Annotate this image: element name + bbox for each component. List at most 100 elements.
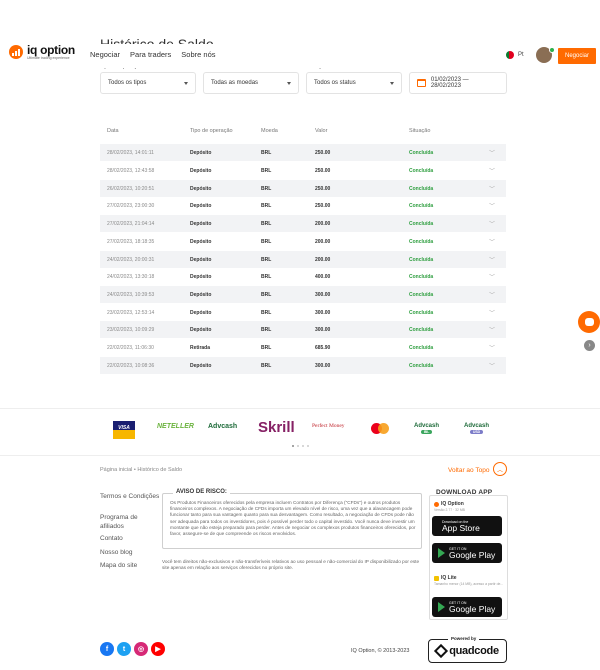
breadcrumb[interactable]: Página inicial • Histórico de Saldo xyxy=(100,467,182,473)
risk-warning-text: Os Produtos Financeiros oferecidos pela … xyxy=(170,500,416,537)
table-row[interactable]: 27/02/2023, 23:00:30 Depósito BRL 250.00 Con… xyxy=(100,197,506,214)
facebook-icon[interactable]: f xyxy=(100,642,114,656)
language-selector[interactable]: Pt xyxy=(506,51,524,59)
chevron-down-icon[interactable]: ﹀ xyxy=(489,148,495,157)
filter-type-select[interactable]: Todos os tipos xyxy=(100,72,196,94)
chevron-down-icon[interactable]: ﹀ xyxy=(489,325,495,334)
chevron-down-icon[interactable]: ﹀ xyxy=(489,166,495,175)
row-currency: BRL xyxy=(261,345,272,351)
advcash-usd-text: Advcash xyxy=(464,423,490,429)
chevron-down-icon[interactable]: ﹀ xyxy=(489,308,495,317)
row-currency: BRL xyxy=(261,257,272,263)
iq-option-app-icon xyxy=(434,501,439,507)
app-store-button[interactable]: Download on the App Store xyxy=(432,516,502,536)
row-date: 23/02/2023, 10:09:29 xyxy=(107,327,155,333)
footer-link-terms[interactable]: Termos e Condições xyxy=(100,492,160,501)
row-type: Depósito xyxy=(190,186,212,192)
chevron-right-icon[interactable]: › xyxy=(584,340,595,351)
table-row[interactable]: 27/02/2023, 21:04:14 Depósito BRL 200.00 Con… xyxy=(100,215,506,232)
row-status: Concluída xyxy=(409,274,434,280)
row-type: Depósito xyxy=(190,239,212,245)
logo-tagline: Ultimate trading experience xyxy=(27,56,70,60)
row-type: Depósito xyxy=(190,168,212,174)
chevron-up-icon[interactable]: ︿ xyxy=(493,462,507,476)
chevron-down-icon[interactable]: ﹀ xyxy=(489,237,495,246)
table-row[interactable]: 23/02/2023, 12:53:14 Depósito BRL 300.00 Con… xyxy=(100,304,506,321)
perfect-money-logo: Perfect Money xyxy=(312,423,345,429)
table-row[interactable]: 22/02/2023, 10:08:36 Depósito BRL 300.00 Con… xyxy=(100,357,506,374)
app1-subtitle: Versão 2.77 · 32 MB xyxy=(434,508,465,512)
footer-link-affiliates[interactable]: Programa de afiliados xyxy=(100,513,160,531)
logo-icon xyxy=(9,45,23,59)
google-play-lite-button[interactable]: GET IT ON Google Play xyxy=(432,597,502,617)
table-row[interactable]: 27/02/2023, 18:18:35 Depósito BRL 200.00 Con… xyxy=(100,233,506,250)
mastercard-logo xyxy=(371,423,389,435)
carousel-dots[interactable] xyxy=(292,445,309,447)
top-header: iq option Ultimate trading experience Ne… xyxy=(0,44,600,68)
caret-down-icon xyxy=(184,81,188,85)
table-row[interactable]: 28/02/2023, 14:01:11 Depósito BRL 250.00 Con… xyxy=(100,144,506,161)
footer-link-sitemap[interactable]: Mapa do site xyxy=(100,561,160,570)
app-iq-lite: IQ Lite xyxy=(434,575,457,581)
main-nav: Negociar Para traders Sobre nós xyxy=(90,50,216,59)
google-play-big: Google Play xyxy=(449,603,496,614)
footer-link-blog[interactable]: Nosso blog xyxy=(100,548,160,557)
back-to-top-link[interactable]: Voltar ao Topo xyxy=(448,467,489,474)
table-row[interactable]: 24/02/2023, 10:39:53 Depósito BRL 300.00 Con… xyxy=(100,286,506,303)
chevron-down-icon[interactable]: ﹀ xyxy=(489,255,495,264)
iq-lite-app-icon xyxy=(434,575,439,581)
nav-for-traders[interactable]: Para traders xyxy=(130,50,171,59)
chevron-down-icon[interactable]: ﹀ xyxy=(489,290,495,299)
trade-button[interactable]: Negociar xyxy=(558,48,596,64)
row-status: Concluída xyxy=(409,203,434,209)
filter-date-picker[interactable]: 01/02/2023 — 28/02/2023 xyxy=(409,72,507,94)
row-value: 200.00 xyxy=(315,221,331,227)
table-row[interactable]: 28/02/2023, 12:43:58 Depósito BRL 250.00 Con… xyxy=(100,162,506,179)
table-row[interactable]: 24/02/2023, 20:00:31 Depósito BRL 200.00 Con… xyxy=(100,251,506,268)
table-row[interactable]: 24/02/2023, 13:30:18 Depósito BRL 400.00 Con… xyxy=(100,268,506,285)
table-row[interactable]: 23/02/2023, 10:09:29 Depósito BRL 300.00 Con… xyxy=(100,321,506,338)
app1-name: IQ Option xyxy=(441,501,464,507)
chevron-down-icon[interactable]: ﹀ xyxy=(489,201,495,210)
filter-currency-select[interactable]: Todas as moedas xyxy=(203,72,299,94)
row-currency: BRL xyxy=(261,221,272,227)
filter-currency-value: Todas as moedas xyxy=(211,80,259,86)
table-row[interactable]: 26/02/2023, 10:20:51 Depósito BRL 250.00 Con… xyxy=(100,180,506,197)
chevron-down-icon[interactable]: ﹀ xyxy=(489,272,495,281)
quadcode-badge[interactable]: quadcode xyxy=(428,639,507,663)
row-currency: BRL xyxy=(261,186,272,192)
iq-option-logo[interactable]: iq option Ultimate trading experience xyxy=(9,44,75,60)
row-date: 22/02/2023, 11:06:30 xyxy=(107,345,154,351)
row-value: 300.00 xyxy=(315,292,331,298)
neteller-logo: NETELLER xyxy=(157,423,194,430)
google-play-button[interactable]: GET IT ON Google Play xyxy=(432,543,502,563)
row-currency: BRL xyxy=(261,274,272,280)
chat-icon xyxy=(584,318,594,326)
row-type: Depósito xyxy=(190,292,212,298)
filter-status-value: Todos os status xyxy=(314,80,356,86)
calendar-icon xyxy=(417,79,426,87)
filter-status-select[interactable]: Todos os status xyxy=(306,72,402,94)
row-status: Concluída xyxy=(409,327,434,333)
nav-trade[interactable]: Negociar xyxy=(90,50,120,59)
instagram-icon[interactable]: ◎ xyxy=(134,642,148,656)
chevron-down-icon[interactable]: ﹀ xyxy=(489,361,495,370)
row-type: Depósito xyxy=(190,274,212,280)
caret-down-icon xyxy=(287,81,291,85)
youtube-icon[interactable]: ▶ xyxy=(151,642,165,656)
chevron-down-icon[interactable]: ﹀ xyxy=(489,184,495,193)
row-status: Concluída xyxy=(409,363,434,369)
chat-button[interactable] xyxy=(578,311,600,333)
nav-about[interactable]: Sobre nós xyxy=(181,50,215,59)
table-row[interactable]: 22/02/2023, 11:06:30 Retirada BRL 685.90 Con… xyxy=(100,339,506,356)
footer-link-contact[interactable]: Contato xyxy=(100,534,160,543)
row-type: Depósito xyxy=(190,221,212,227)
chevron-down-icon[interactable]: ﹀ xyxy=(489,219,495,228)
twitter-icon[interactable]: t xyxy=(117,642,131,656)
row-type: Depósito xyxy=(190,203,212,209)
col-date: Data xyxy=(107,128,119,134)
row-status: Concluída xyxy=(409,150,434,156)
chevron-down-icon[interactable]: ﹀ xyxy=(489,343,495,352)
row-type: Depósito xyxy=(190,310,212,316)
col-status: Situação xyxy=(409,128,431,134)
